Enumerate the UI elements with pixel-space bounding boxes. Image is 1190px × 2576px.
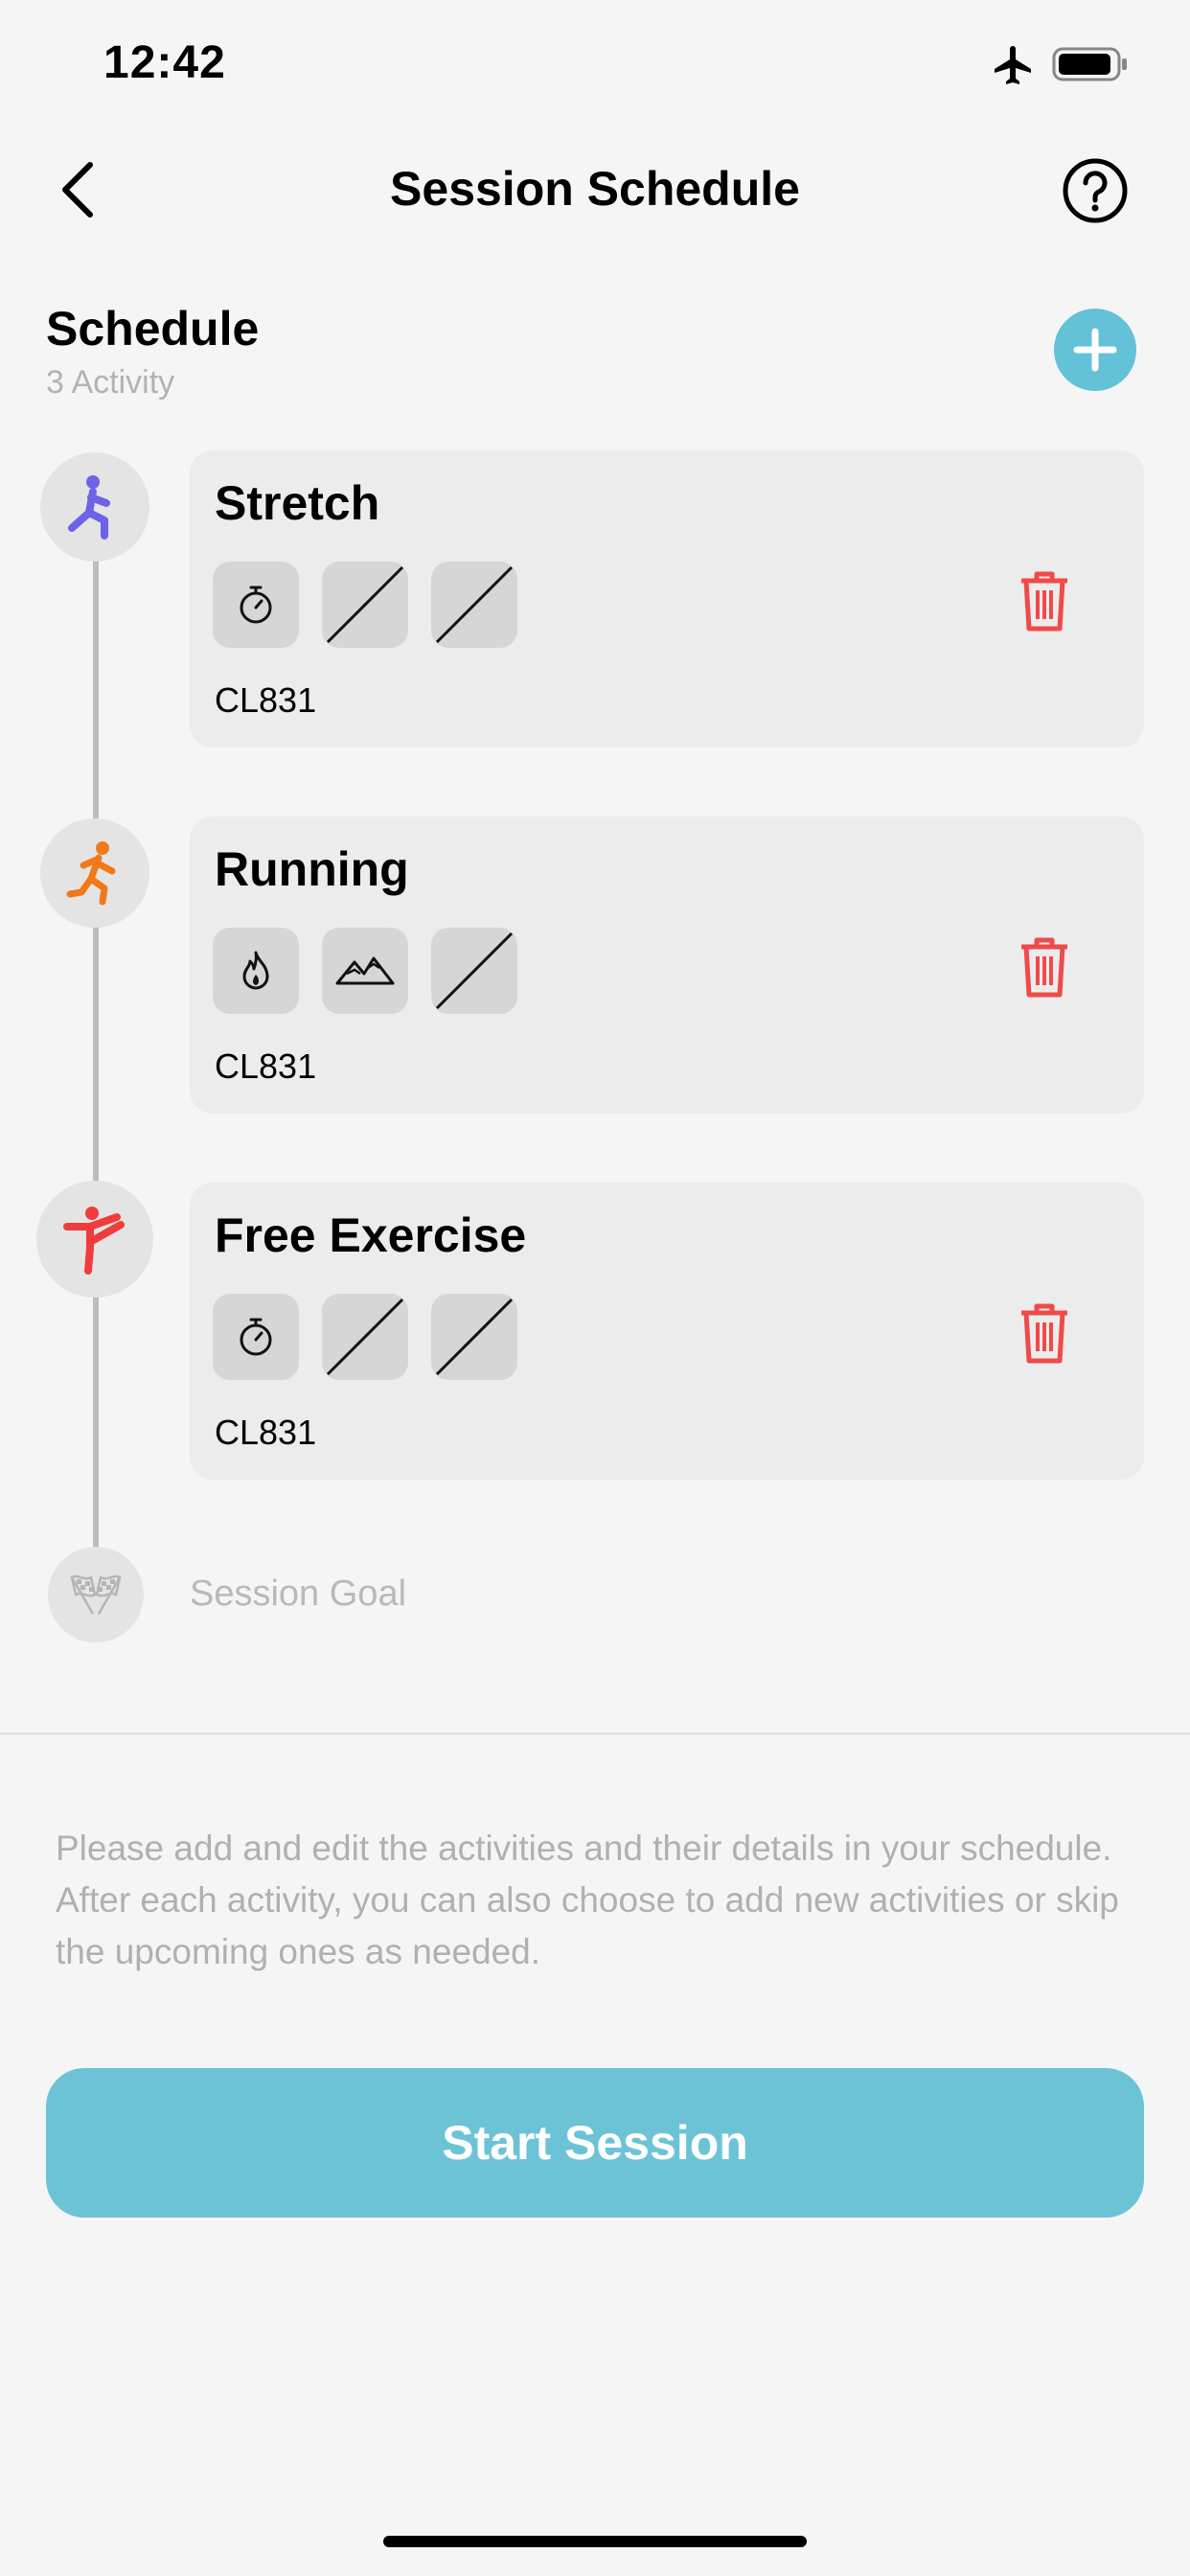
- metric-slot-empty[interactable]: [322, 562, 408, 648]
- goal-node: [48, 1547, 144, 1643]
- metric-slot-timer[interactable]: [213, 562, 299, 648]
- mountain-icon: [335, 956, 395, 985]
- activity-count: 3 Activity: [46, 364, 175, 401]
- empty-slot-icon: [435, 932, 514, 1010]
- start-session-button[interactable]: Start Session: [46, 2068, 1144, 2218]
- activity-node-running: [40, 818, 149, 928]
- stretch-figure-icon: [68, 475, 110, 540]
- metric-slot-empty[interactable]: [431, 562, 517, 648]
- status-time: 12:42: [103, 37, 226, 88]
- timer-icon: [240, 1318, 272, 1356]
- page-title: Session Schedule: [390, 162, 800, 216]
- activity-card[interactable]: Free Exercise CL831: [190, 1183, 1144, 1480]
- activity-card[interactable]: Running CL831: [190, 816, 1144, 1114]
- empty-slot-icon: [435, 565, 514, 644]
- trash-icon[interactable]: [1018, 567, 1071, 634]
- schedule-title: Schedule: [46, 302, 260, 356]
- home-indicator: [383, 2536, 807, 2547]
- timeline-connector: [93, 560, 99, 818]
- checkered-flags-icon: [70, 1575, 122, 1615]
- trash-icon[interactable]: [1018, 933, 1071, 1000]
- add-activity-button[interactable]: [1054, 309, 1136, 391]
- help-icon[interactable]: [1062, 157, 1129, 224]
- flame-icon: [242, 951, 269, 990]
- metric-slot-calories[interactable]: [213, 928, 299, 1014]
- airplane-icon: [995, 46, 1031, 84]
- activity-code: CL831: [215, 1413, 317, 1452]
- trash-icon[interactable]: [1018, 1300, 1071, 1367]
- metric-slot-empty[interactable]: [431, 1294, 517, 1380]
- empty-slot-icon: [435, 1298, 514, 1376]
- metric-slot-empty[interactable]: [322, 1294, 408, 1380]
- activity-node-stretch: [40, 452, 149, 562]
- activity-node-free-exercise: [36, 1181, 153, 1298]
- activity-code: CL831: [215, 1046, 317, 1086]
- battery-icon: [1052, 47, 1127, 81]
- free-exercise-figure-icon: [63, 1207, 125, 1275]
- activity-name: Free Exercise: [215, 1208, 527, 1262]
- running-figure-icon: [66, 841, 116, 906]
- session-goal-label[interactable]: Session Goal: [190, 1574, 406, 1615]
- metric-slot-empty[interactable]: [431, 928, 517, 1014]
- divider: [0, 1733, 1190, 1735]
- activity-code: CL831: [215, 680, 317, 720]
- empty-slot-icon: [326, 565, 404, 644]
- timer-icon: [240, 586, 272, 624]
- plus-icon: [1073, 328, 1117, 372]
- activity-name: Running: [215, 842, 409, 896]
- timeline-connector: [93, 924, 99, 1183]
- activity-name: Stretch: [215, 476, 380, 530]
- screen: 12:42 Session Schedule Schedule 3 Activi…: [0, 0, 1190, 2576]
- metric-slot-elevation[interactable]: [322, 928, 408, 1014]
- instruction-text: Please add and edit the activities and t…: [56, 1828, 1119, 1971]
- empty-slot-icon: [326, 1298, 404, 1376]
- timeline-connector: [93, 1292, 99, 1551]
- activity-card[interactable]: Stretch CL831: [190, 450, 1144, 748]
- metric-slot-timer[interactable]: [213, 1294, 299, 1380]
